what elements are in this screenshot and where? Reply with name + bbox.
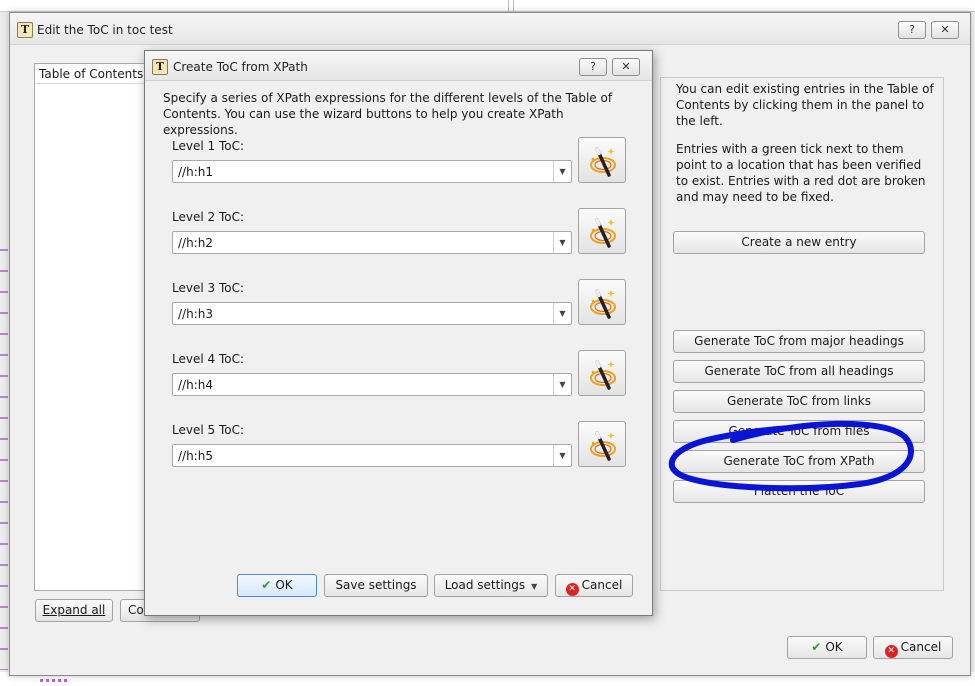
load-settings-button[interactable]: Load settings ▼ bbox=[434, 574, 548, 597]
red-x-icon: ✕ bbox=[565, 583, 579, 596]
level-5-xpath-value[interactable]: //h:h5 bbox=[178, 449, 213, 463]
level-5-xpath-combo[interactable]: //h:h5 ▼ bbox=[172, 444, 572, 467]
dialog-help-button[interactable]: ? bbox=[579, 58, 607, 76]
generate-toc-links-button[interactable]: Generate ToC from links bbox=[673, 390, 925, 413]
chevron-down-icon[interactable]: ▼ bbox=[553, 303, 571, 324]
dialog-titlebar: T Create ToC from XPath ? ✕ bbox=[145, 51, 652, 81]
level-2-wizard-button[interactable] bbox=[578, 208, 626, 254]
window-title: Edit the ToC in toc test bbox=[37, 23, 173, 37]
chevron-down-icon[interactable]: ▼ bbox=[553, 374, 571, 395]
level-2-xpath-value[interactable]: //h:h2 bbox=[178, 236, 213, 250]
generate-toc-major-headings-button[interactable]: Generate ToC from major headings bbox=[673, 330, 925, 353]
level-3-xpath-combo[interactable]: //h:h3 ▼ bbox=[172, 302, 572, 325]
level-3-wizard-button[interactable] bbox=[578, 279, 626, 325]
level-1-xpath-combo[interactable]: //h:h1 ▼ bbox=[172, 160, 572, 183]
level-1-wizard-button[interactable] bbox=[578, 137, 626, 183]
background-top-strip bbox=[0, 0, 975, 12]
main-cancel-button[interactable]: ✕ Cancel bbox=[873, 636, 953, 659]
toc-tree-header: Table of Contents bbox=[35, 64, 145, 84]
green-check-icon: ✔ bbox=[261, 578, 272, 592]
create-new-entry-button[interactable]: Create a new entry bbox=[673, 231, 925, 254]
info-text-edit: You can edit existing entries in the Tab… bbox=[676, 82, 934, 128]
magic-wand-icon bbox=[590, 147, 616, 177]
background-gutter-marks bbox=[0, 230, 8, 670]
dialog-cancel-button[interactable]: ✕ Cancel bbox=[555, 574, 633, 597]
magic-wand-icon bbox=[590, 289, 616, 319]
create-toc-xpath-dialog: T Create ToC from XPath ? ✕ Specify a se… bbox=[144, 50, 653, 616]
info-text-status: Entries with a green tick next to them p… bbox=[676, 142, 926, 204]
chevron-down-icon[interactable]: ▼ bbox=[531, 582, 537, 591]
red-x-icon: ✕ bbox=[884, 645, 898, 658]
level-4-xpath-combo[interactable]: //h:h4 ▼ bbox=[172, 373, 572, 396]
level-4-xpath-value[interactable]: //h:h4 bbox=[178, 378, 213, 392]
load-settings-label: Load settings bbox=[444, 578, 526, 592]
expand-all-button[interactable]: Expand all bbox=[35, 599, 113, 622]
chevron-down-icon[interactable]: ▼ bbox=[553, 161, 571, 182]
dialog-cancel-label: Cancel bbox=[581, 578, 623, 592]
help-button[interactable]: ? bbox=[898, 21, 926, 39]
level-2-label: Level 2 ToC: bbox=[172, 210, 244, 224]
spellcheck-squiggle bbox=[40, 679, 70, 682]
green-check-icon: ✔ bbox=[811, 640, 822, 654]
dialog-description: Specify a series of XPath expressions fo… bbox=[163, 91, 613, 137]
generate-toc-all-headings-button[interactable]: Generate ToC from all headings bbox=[673, 360, 925, 383]
background-splitter bbox=[508, 0, 514, 12]
generate-toc-xpath-button[interactable]: Generate ToC from XPath bbox=[673, 450, 925, 473]
collapse-all-label: Co bbox=[128, 603, 144, 617]
magic-wand-icon bbox=[590, 360, 616, 390]
app-t-icon: T bbox=[152, 59, 168, 75]
dialog-close-button[interactable]: ✕ bbox=[612, 58, 640, 76]
dialog-ok-button[interactable]: ✔ OK bbox=[237, 574, 317, 597]
dialog-ok-label: OK bbox=[275, 578, 293, 592]
magic-wand-icon bbox=[590, 431, 616, 461]
level-1-xpath-value[interactable]: //h:h1 bbox=[178, 165, 213, 179]
dialog-title: Create ToC from XPath bbox=[173, 60, 308, 74]
level-4-label: Level 4 ToC: bbox=[172, 352, 244, 366]
generate-toc-files-button[interactable]: Generate ToC from files bbox=[673, 420, 925, 443]
main-ok-label: OK bbox=[825, 640, 843, 654]
level-1-label: Level 1 ToC: bbox=[172, 139, 244, 153]
save-settings-button[interactable]: Save settings bbox=[324, 574, 428, 597]
chevron-down-icon[interactable]: ▼ bbox=[553, 445, 571, 466]
save-settings-label: Save settings bbox=[335, 578, 417, 592]
level-3-label: Level 3 ToC: bbox=[172, 281, 244, 295]
expand-all-underline-label: Expand all bbox=[42, 603, 106, 617]
main-ok-button[interactable]: ✔ OK bbox=[787, 636, 867, 659]
main-cancel-label: Cancel bbox=[900, 640, 942, 654]
flatten-toc-button[interactable]: Flatten the ToC bbox=[673, 480, 925, 503]
level-2-xpath-combo[interactable]: //h:h2 ▼ bbox=[172, 231, 572, 254]
magic-wand-icon bbox=[590, 218, 616, 248]
toc-tree-panel[interactable]: Table of Contents bbox=[34, 63, 146, 591]
window-titlebar: T Edit the ToC in toc test ? ✕ bbox=[10, 13, 970, 45]
level-5-wizard-button[interactable] bbox=[578, 421, 626, 467]
close-button[interactable]: ✕ bbox=[931, 21, 959, 39]
level-4-wizard-button[interactable] bbox=[578, 350, 626, 396]
chevron-down-icon[interactable]: ▼ bbox=[553, 232, 571, 253]
level-3-xpath-value[interactable]: //h:h3 bbox=[178, 307, 213, 321]
app-t-icon: T bbox=[17, 22, 33, 38]
level-5-label: Level 5 ToC: bbox=[172, 423, 244, 437]
